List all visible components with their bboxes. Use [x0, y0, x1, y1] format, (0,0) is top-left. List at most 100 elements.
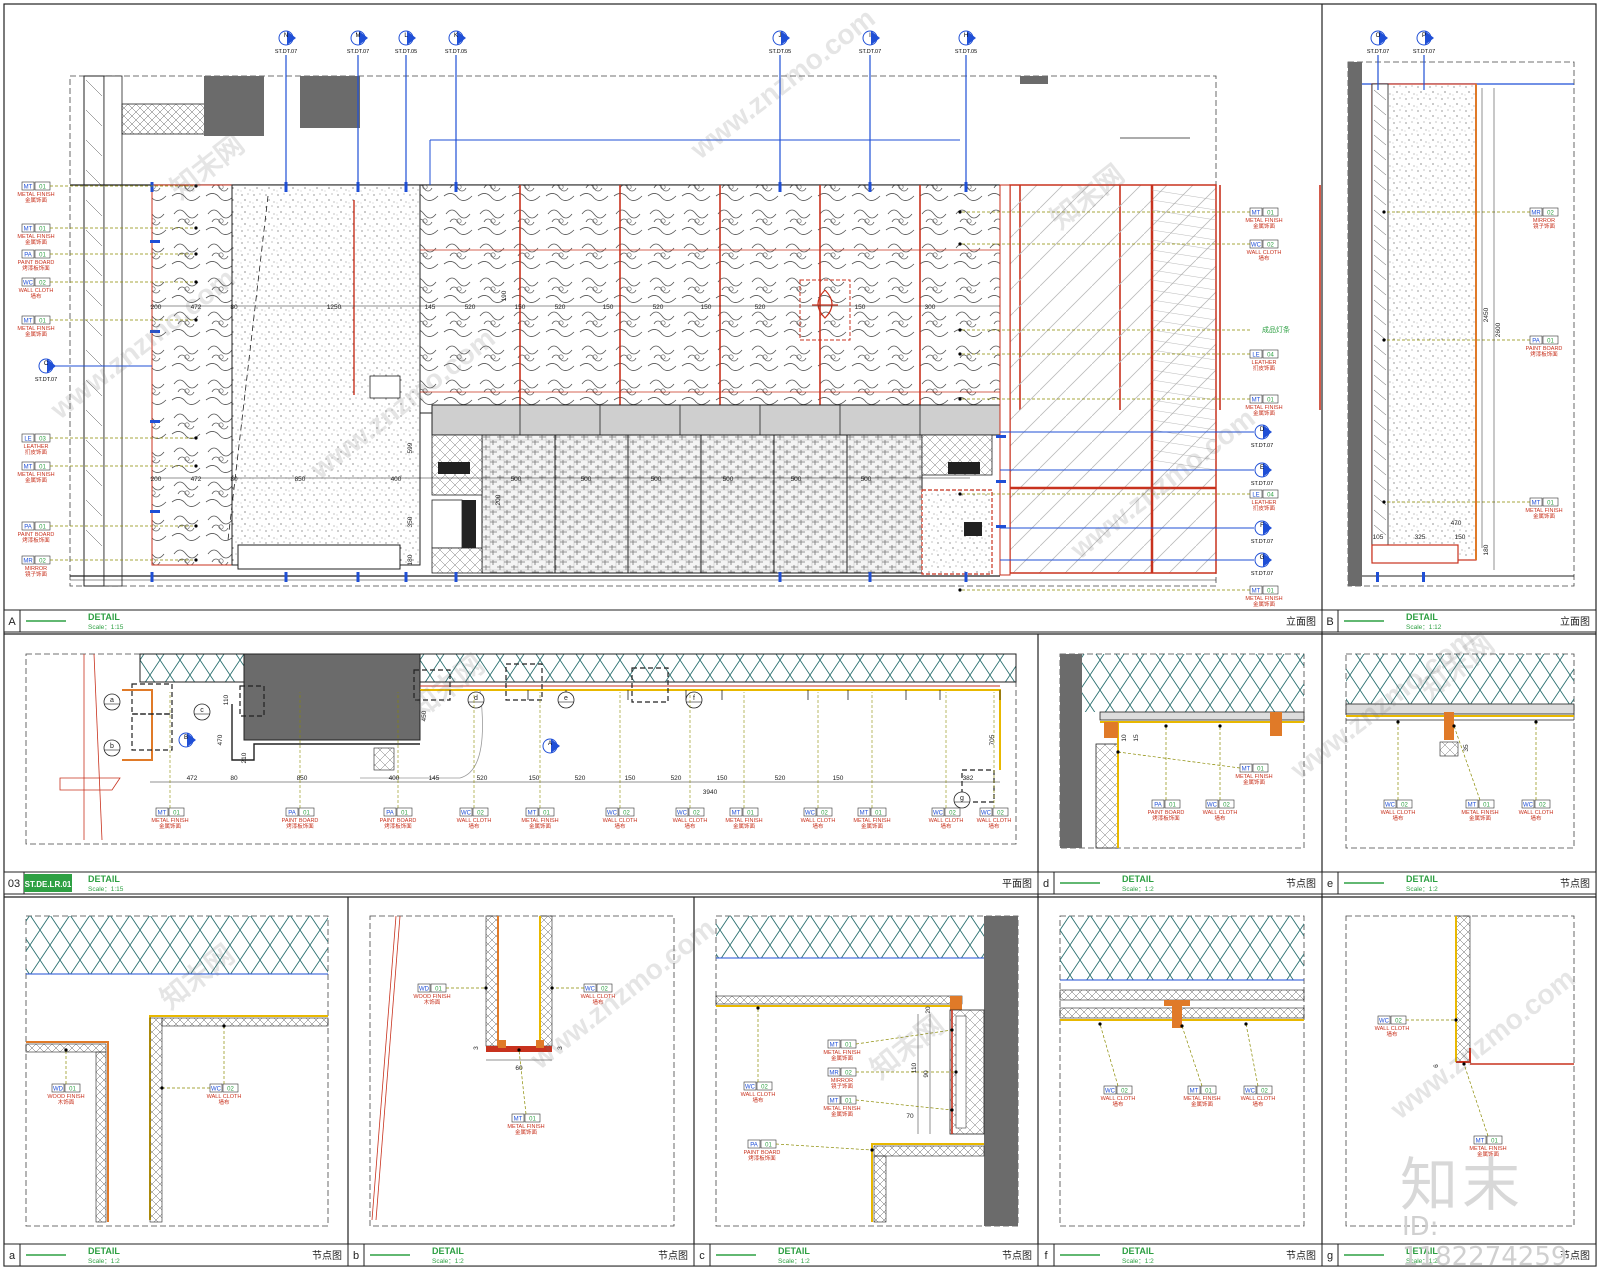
tag-chinese: 金属饰面	[1253, 222, 1276, 230]
tag-node-d-2: WC 02WALL CLOTH墙布	[1203, 799, 1237, 822]
tag-chinese: 金属饰面	[159, 822, 182, 830]
light-strip-label: 成品灯条	[1262, 325, 1290, 334]
tag-chinese: 墙布	[468, 822, 480, 830]
tag-chinese: 金属饰面	[831, 1110, 854, 1118]
title-bar-node-e: e DETAIL Scale：1:2 节点图	[1321, 871, 1597, 895]
tag-code: PA	[24, 525, 32, 531]
tag-num: 01	[1205, 1089, 1212, 1095]
dim-node-c: 110	[911, 1062, 918, 1073]
marker-id: C	[44, 361, 49, 367]
leader-dot	[958, 210, 962, 214]
dim-bottom-3: 850	[295, 476, 306, 483]
floor-tick	[868, 572, 872, 582]
node-b-axis	[375, 915, 401, 1221]
marker-ref: ST.DT.05	[445, 49, 467, 55]
section-marker-K: K ST.DT.05	[445, 30, 467, 55]
leader-dot	[958, 492, 962, 496]
tag-chinese: 金属饰面	[25, 476, 48, 484]
tag-leader	[855, 1099, 953, 1111]
tag-num: 01	[1483, 803, 1490, 809]
marker-ref: ST.DT.05	[395, 49, 417, 55]
tag-num: 01	[1267, 398, 1274, 404]
mirror-edge	[999, 184, 1011, 576]
tag-code: WC	[461, 811, 472, 817]
dim-node-d: 10	[1121, 734, 1128, 742]
marker-ref: ST.DT.07	[1367, 49, 1389, 55]
tag-plan-4: MT 01METAL FINISH金属饰面	[521, 807, 559, 830]
tag-leader	[1463, 1063, 1489, 1137]
tag-chinese: 金属饰面	[1253, 600, 1276, 608]
marker-id: A	[548, 741, 552, 747]
dim-b: 180	[1483, 544, 1490, 555]
dim-plan-13: 382	[963, 775, 974, 782]
tag-chinese: 金属饰面	[831, 1054, 854, 1062]
dim-plan-v: 470	[217, 734, 224, 745]
dim-node-b: 60	[515, 1065, 523, 1072]
socket-right	[948, 462, 980, 474]
tag-b-2: MT 01METAL FINISH金属饰面	[1525, 497, 1563, 520]
floor-tick	[404, 572, 408, 582]
node-f-slab	[1060, 916, 1304, 980]
tag-num: 01	[435, 987, 442, 993]
marker-ref: ST.DT.05	[955, 49, 977, 55]
floor-tick	[454, 572, 458, 582]
dim-bottom-7: 500	[651, 476, 662, 483]
beam-cap	[1020, 76, 1048, 84]
leader-dot	[1244, 1022, 1248, 1026]
tag-chinese: 烤漆板饰面	[1530, 350, 1558, 358]
wall-tick	[150, 510, 160, 513]
marker-letter: c	[200, 707, 204, 714]
tag-chinese: 金属饰面	[25, 330, 48, 338]
tag-num: 01	[875, 811, 882, 817]
dim-bottom-0: 200	[151, 476, 162, 483]
tag-code: WC	[745, 1085, 756, 1091]
tag-num: 04	[1267, 353, 1274, 359]
tag-num: 01	[303, 811, 310, 817]
tag-code: MT	[24, 319, 33, 325]
weave-cabinet	[481, 434, 923, 574]
dim-plan-v: 705	[989, 734, 996, 745]
dim-bottom-6: 500	[581, 476, 592, 483]
tag-left-3: WC 02WALL CLOTH墙布	[19, 277, 53, 300]
leader-dot	[954, 1070, 958, 1074]
dim-bottom-5: 500	[511, 476, 522, 483]
leader-dot	[870, 1148, 874, 1152]
tag-num: 02	[227, 1087, 234, 1093]
watermark-text: www.znzmo.com	[684, 2, 881, 165]
node-c-paint-h	[873, 1145, 985, 1157]
leader-dot	[194, 252, 198, 256]
leader-dot	[194, 524, 198, 528]
damask-panel-left	[151, 184, 233, 566]
tag-chinese: 烤漆板饰面	[384, 822, 412, 830]
dim-bottom-9: 500	[791, 476, 802, 483]
left-wall	[83, 75, 105, 587]
tag-left-6: MT 01METAL FINISH金属饰面	[17, 461, 55, 484]
node-f-bracket-top	[1164, 1000, 1190, 1006]
tag-chinese: 镜子饰面	[831, 1082, 854, 1090]
floor-tick	[1376, 572, 1379, 582]
tag-code: MT	[860, 811, 869, 817]
tag-node-f-1: MT 01METAL FINISH金属饰面	[1183, 1085, 1221, 1108]
tag-chinese: 墙布	[1214, 814, 1226, 822]
socket-recess	[431, 499, 463, 549]
node-c-slab	[716, 916, 984, 958]
tag-code: WC	[1385, 803, 1396, 809]
wall-column	[103, 75, 123, 587]
tag-code: MT	[1252, 398, 1261, 404]
tag-num: 02	[1539, 803, 1546, 809]
panel-type: 节点图	[1560, 878, 1590, 890]
tag-node-c-2: MT 01METAL FINISH金属饰面	[823, 1095, 861, 1118]
tag-code: PA	[24, 253, 32, 259]
marker-letter: g	[960, 795, 964, 802]
tag-num: 03	[39, 437, 46, 443]
tag-num: 02	[623, 811, 630, 817]
node-d-bracket	[1270, 712, 1282, 736]
tag-num: 02	[39, 559, 46, 565]
tag-node-d-1: PA 01PAINT BOARD烤漆板饰面	[1148, 799, 1184, 822]
tag-chinese: 墙布	[1392, 814, 1404, 822]
tag-code: WC	[1523, 803, 1534, 809]
node-b-wall-left	[485, 915, 499, 1047]
concrete-beam	[300, 76, 360, 128]
tag-chinese: 墙布	[30, 292, 42, 300]
ceiling-tick	[150, 182, 154, 192]
